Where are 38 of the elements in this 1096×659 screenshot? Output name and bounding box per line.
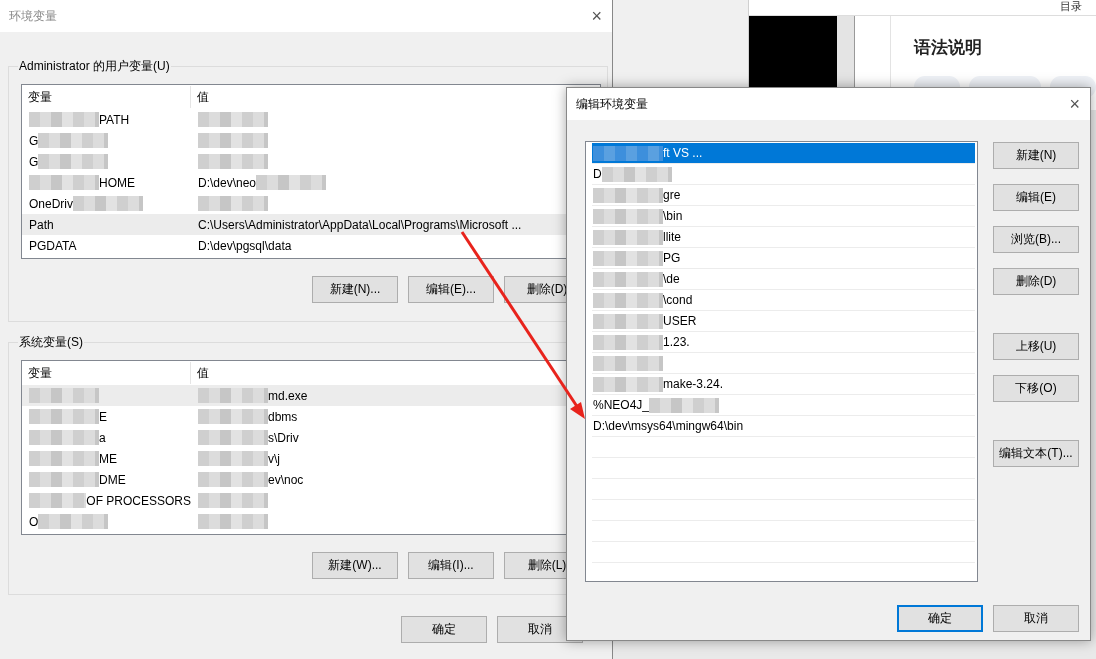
variable-name: PGDATA — [29, 238, 77, 253]
path-entry: llite — [663, 230, 681, 244]
variable-value: ev\noc — [268, 472, 304, 487]
path-entry: D — [593, 167, 602, 181]
variable-name: Path — [29, 217, 54, 232]
window-title: 环境变量 — [9, 7, 57, 25]
variable-value: v\j — [268, 451, 280, 466]
path-entry: D:\dev\msys64\mingw64\bin — [593, 419, 744, 433]
path-entry: gre — [663, 188, 681, 202]
variable-name: E — [99, 409, 107, 424]
variable-name: ME — [99, 451, 117, 466]
variable-name: HOME — [99, 175, 135, 190]
path-entry: make-3.24. — [663, 377, 724, 391]
section-heading: 语法说明 — [914, 37, 983, 59]
variable-name: a — [99, 430, 106, 445]
path-entry: 1.23. — [663, 335, 690, 349]
variable-name: OneDriv — [29, 196, 73, 211]
variable-value: md.exe — [268, 388, 308, 403]
variable-value: s\Driv — [268, 430, 299, 445]
window-title: 编辑环境变量 — [576, 95, 648, 113]
variable-value: dbms — [268, 409, 298, 424]
path-entry: USER — [663, 314, 697, 328]
variable-value: C:\Users\Administrator\AppData\Local\Programs\Microsoft ... — [198, 217, 522, 232]
variable-name: PATH — [99, 112, 130, 127]
variable-name: G — [29, 133, 39, 148]
path-entry: ft VS ... — [663, 146, 703, 160]
path-entry: \cond — [663, 293, 693, 307]
variable-name: DME — [99, 472, 126, 487]
path-entry: \de — [663, 272, 680, 286]
variable-name: G — [29, 154, 39, 169]
group-label: Administrator 的用户变量(U) — [18, 59, 171, 74]
path-entry: PG — [663, 251, 681, 265]
group-label: 系统变量(S) — [18, 335, 84, 350]
variable-value: D:\dev\neo — [198, 175, 257, 190]
variable-name: O — [29, 514, 39, 529]
variable-name: OF PROCESSORS — [86, 493, 191, 508]
variable-value: D:\dev\pgsql\data — [198, 238, 292, 253]
path-entry: \bin — [663, 209, 683, 223]
